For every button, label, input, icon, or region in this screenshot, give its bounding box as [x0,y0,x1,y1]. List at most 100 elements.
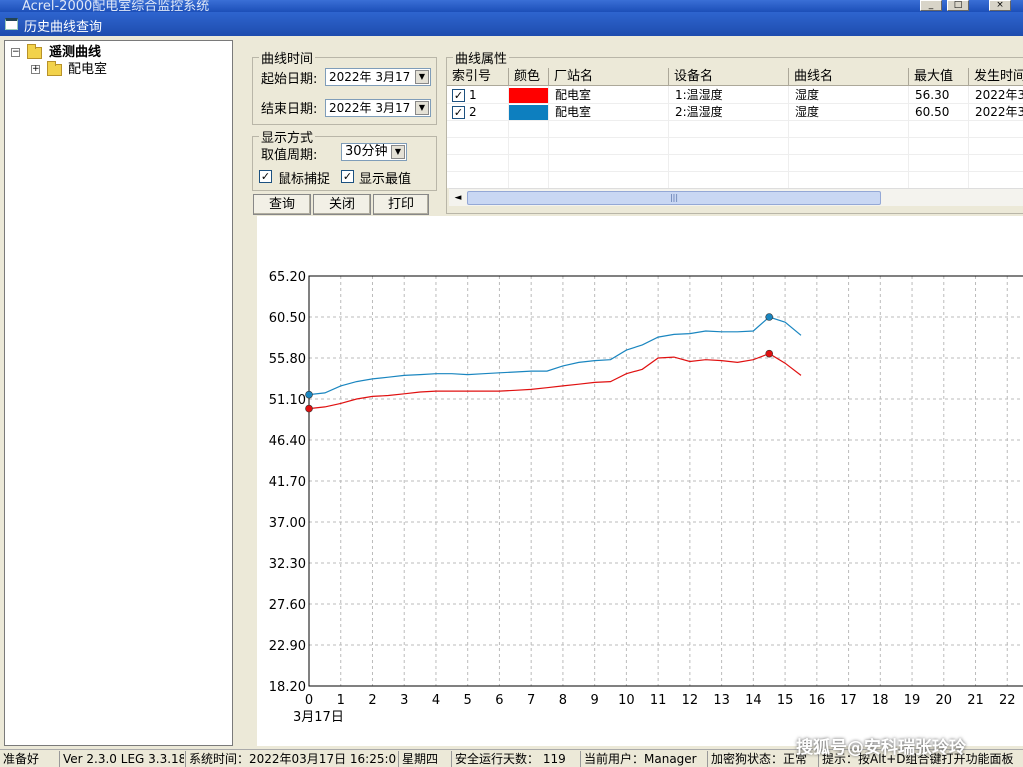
start-date-picker[interactable]: 2022年 3月17 ▼ [325,68,431,86]
x-tick-label: 20 [936,693,953,708]
curve-tree: − 遥测曲线 + 配电室 [4,40,233,746]
start-point-marker-2 [305,390,313,399]
device-cell: 1:温湿度 [675,88,723,102]
end-date-value: 2022年 3月17 [329,101,411,115]
end-date-picker[interactable]: 2022年 3月17 ▼ [325,99,431,117]
period-select[interactable]: 30分钟 ▼ [341,143,407,161]
device-cell: 2:温湿度 [675,105,723,119]
close-button[interactable]: 关闭 [313,194,371,215]
x-tick-label: 16 [809,693,826,708]
cursor-capture-checkbox[interactable]: ✓ [259,170,272,183]
time-cell: 2022年3 [975,88,1023,102]
column-header[interactable]: 最大值 [909,68,969,86]
query-button[interactable]: 查询 [253,194,311,215]
start-date-label: 起始日期: [261,72,318,87]
y-tick-label: 55.80 [269,352,306,367]
show-extreme-label: 显示最值 [359,172,412,187]
history-curve-chart[interactable]: 65.20 60.50 55.80 51.10 46.40 41.70 37.00 32.30… [257,216,1023,746]
y-tick-label: 22.90 [269,639,306,654]
index-cell: 1 [469,88,477,102]
folder-icon [47,61,62,76]
chart-canvas[interactable]: 65.20 60.50 55.80 51.10 46.40 41.70 37.00 32.30… [257,216,1023,746]
tree-item-label: 配电室 [68,62,108,77]
x-tick-label: 2 [368,693,376,708]
column-header[interactable]: 厂站名 [549,68,669,86]
collapse-icon[interactable]: − [11,48,20,57]
tree-item-label: 遥测曲线 [49,45,102,60]
folder-open-icon [27,44,42,59]
date-label: 3月17日 [293,710,344,725]
time-cell: 2022年3 [975,105,1023,119]
minimize-button[interactable]: _ [920,0,942,11]
column-header[interactable]: 颜色 [509,68,549,86]
tree-item-telemetry[interactable]: − 遥测曲线 [11,44,211,61]
x-tick-label: 6 [495,693,503,708]
x-tick-label: 0 [305,693,313,708]
window-title-bar: 历史曲线查询 [0,12,1023,36]
status-version: Ver 2.3.0 LEG 3.3.18 [59,751,184,767]
max-cell: 56.30 [915,88,950,102]
window-icon [5,18,18,30]
x-tick-label: 9 [591,693,599,708]
index-cell: 2 [469,105,477,119]
status-ready: 准备好 [3,752,40,766]
y-tick-label: 46.40 [269,434,306,449]
column-header[interactable]: 曲线名 [789,68,909,86]
status-user: 当前用户：Manager [580,751,706,767]
chevron-down-icon[interactable]: ▼ [415,101,429,115]
column-header[interactable]: 发生时间 [969,68,1023,86]
x-tick-label: 13 [713,693,730,708]
curve-props-table: 索引号 颜色 厂站名 设备名 曲线名 最大值 发生时间 ✓ 1 配电室 1:温湿… [447,68,1023,188]
x-tick-label: 3 [400,693,408,708]
period-label: 取值周期: [261,148,318,163]
end-date-label: 结束日期: [261,102,318,117]
start-date-value: 2022年 3月17 [329,70,411,84]
x-tick-label: 11 [650,693,667,708]
column-header[interactable]: 设备名 [669,68,789,86]
x-tick-label: 12 [682,693,699,708]
x-tick-label: 14 [745,693,762,708]
color-swatch[interactable] [509,105,548,120]
chevron-down-icon[interactable]: ▼ [391,145,405,159]
status-system-time: 系统时间：2022年03月17日 16:25:09 [185,751,397,767]
x-tick-label: 18 [872,693,889,708]
print-button[interactable]: 打印 [373,194,429,215]
station-cell: 配电室 [555,105,592,119]
maximize-button[interactable]: □ [947,0,969,11]
scrollbar-thumb[interactable]: ||| [467,191,881,205]
y-tick-label: 27.60 [269,598,306,613]
max-point-marker-2 [765,313,774,321]
period-value: 30分钟 [345,144,388,159]
expand-icon[interactable]: + [31,65,40,74]
x-tick-label: 21 [967,693,984,708]
app-title-bar: Acrel-2000配电室综合监控系统 _ □ × [0,0,1023,12]
color-swatch[interactable] [509,88,548,103]
x-tick-label: 15 [777,693,794,708]
x-tick-label: 4 [432,693,440,708]
station-cell: 配电室 [555,88,592,102]
y-tick-label: 60.50 [269,311,306,326]
y-tick-label: 32.30 [269,557,306,572]
close-window-button[interactable]: × [989,0,1011,11]
curve-cell: 湿度 [795,88,820,102]
x-tick-label: 10 [618,693,635,708]
table-horizontal-scrollbar[interactable]: ◄ ||| [449,188,1023,206]
watermark: 搜狐号@安科瑞张玲玲 [796,738,966,758]
y-tick-label: 18.20 [269,680,306,695]
x-tick-label: 7 [527,693,535,708]
curve-cell: 湿度 [795,105,820,119]
status-weekday: 星期四 [398,751,450,767]
group-title: 曲线时间 [261,52,314,67]
status-safe-days: 安全运行天数： 119 [451,751,579,767]
y-tick-label: 37.00 [269,516,306,531]
scroll-left-icon[interactable]: ◄ [451,191,465,205]
show-extreme-checkbox[interactable]: ✓ [341,170,354,183]
x-tick-label: 5 [464,693,472,708]
max-cell: 60.50 [915,105,950,119]
column-header[interactable]: 索引号 [447,68,509,86]
group-title: 曲线属性 [455,52,508,67]
tree-item-power-room[interactable]: + 配电室 [31,61,211,78]
chevron-down-icon[interactable]: ▼ [415,70,429,84]
y-tick-label: 65.20 [269,270,306,285]
start-point-marker-1 [305,404,313,413]
